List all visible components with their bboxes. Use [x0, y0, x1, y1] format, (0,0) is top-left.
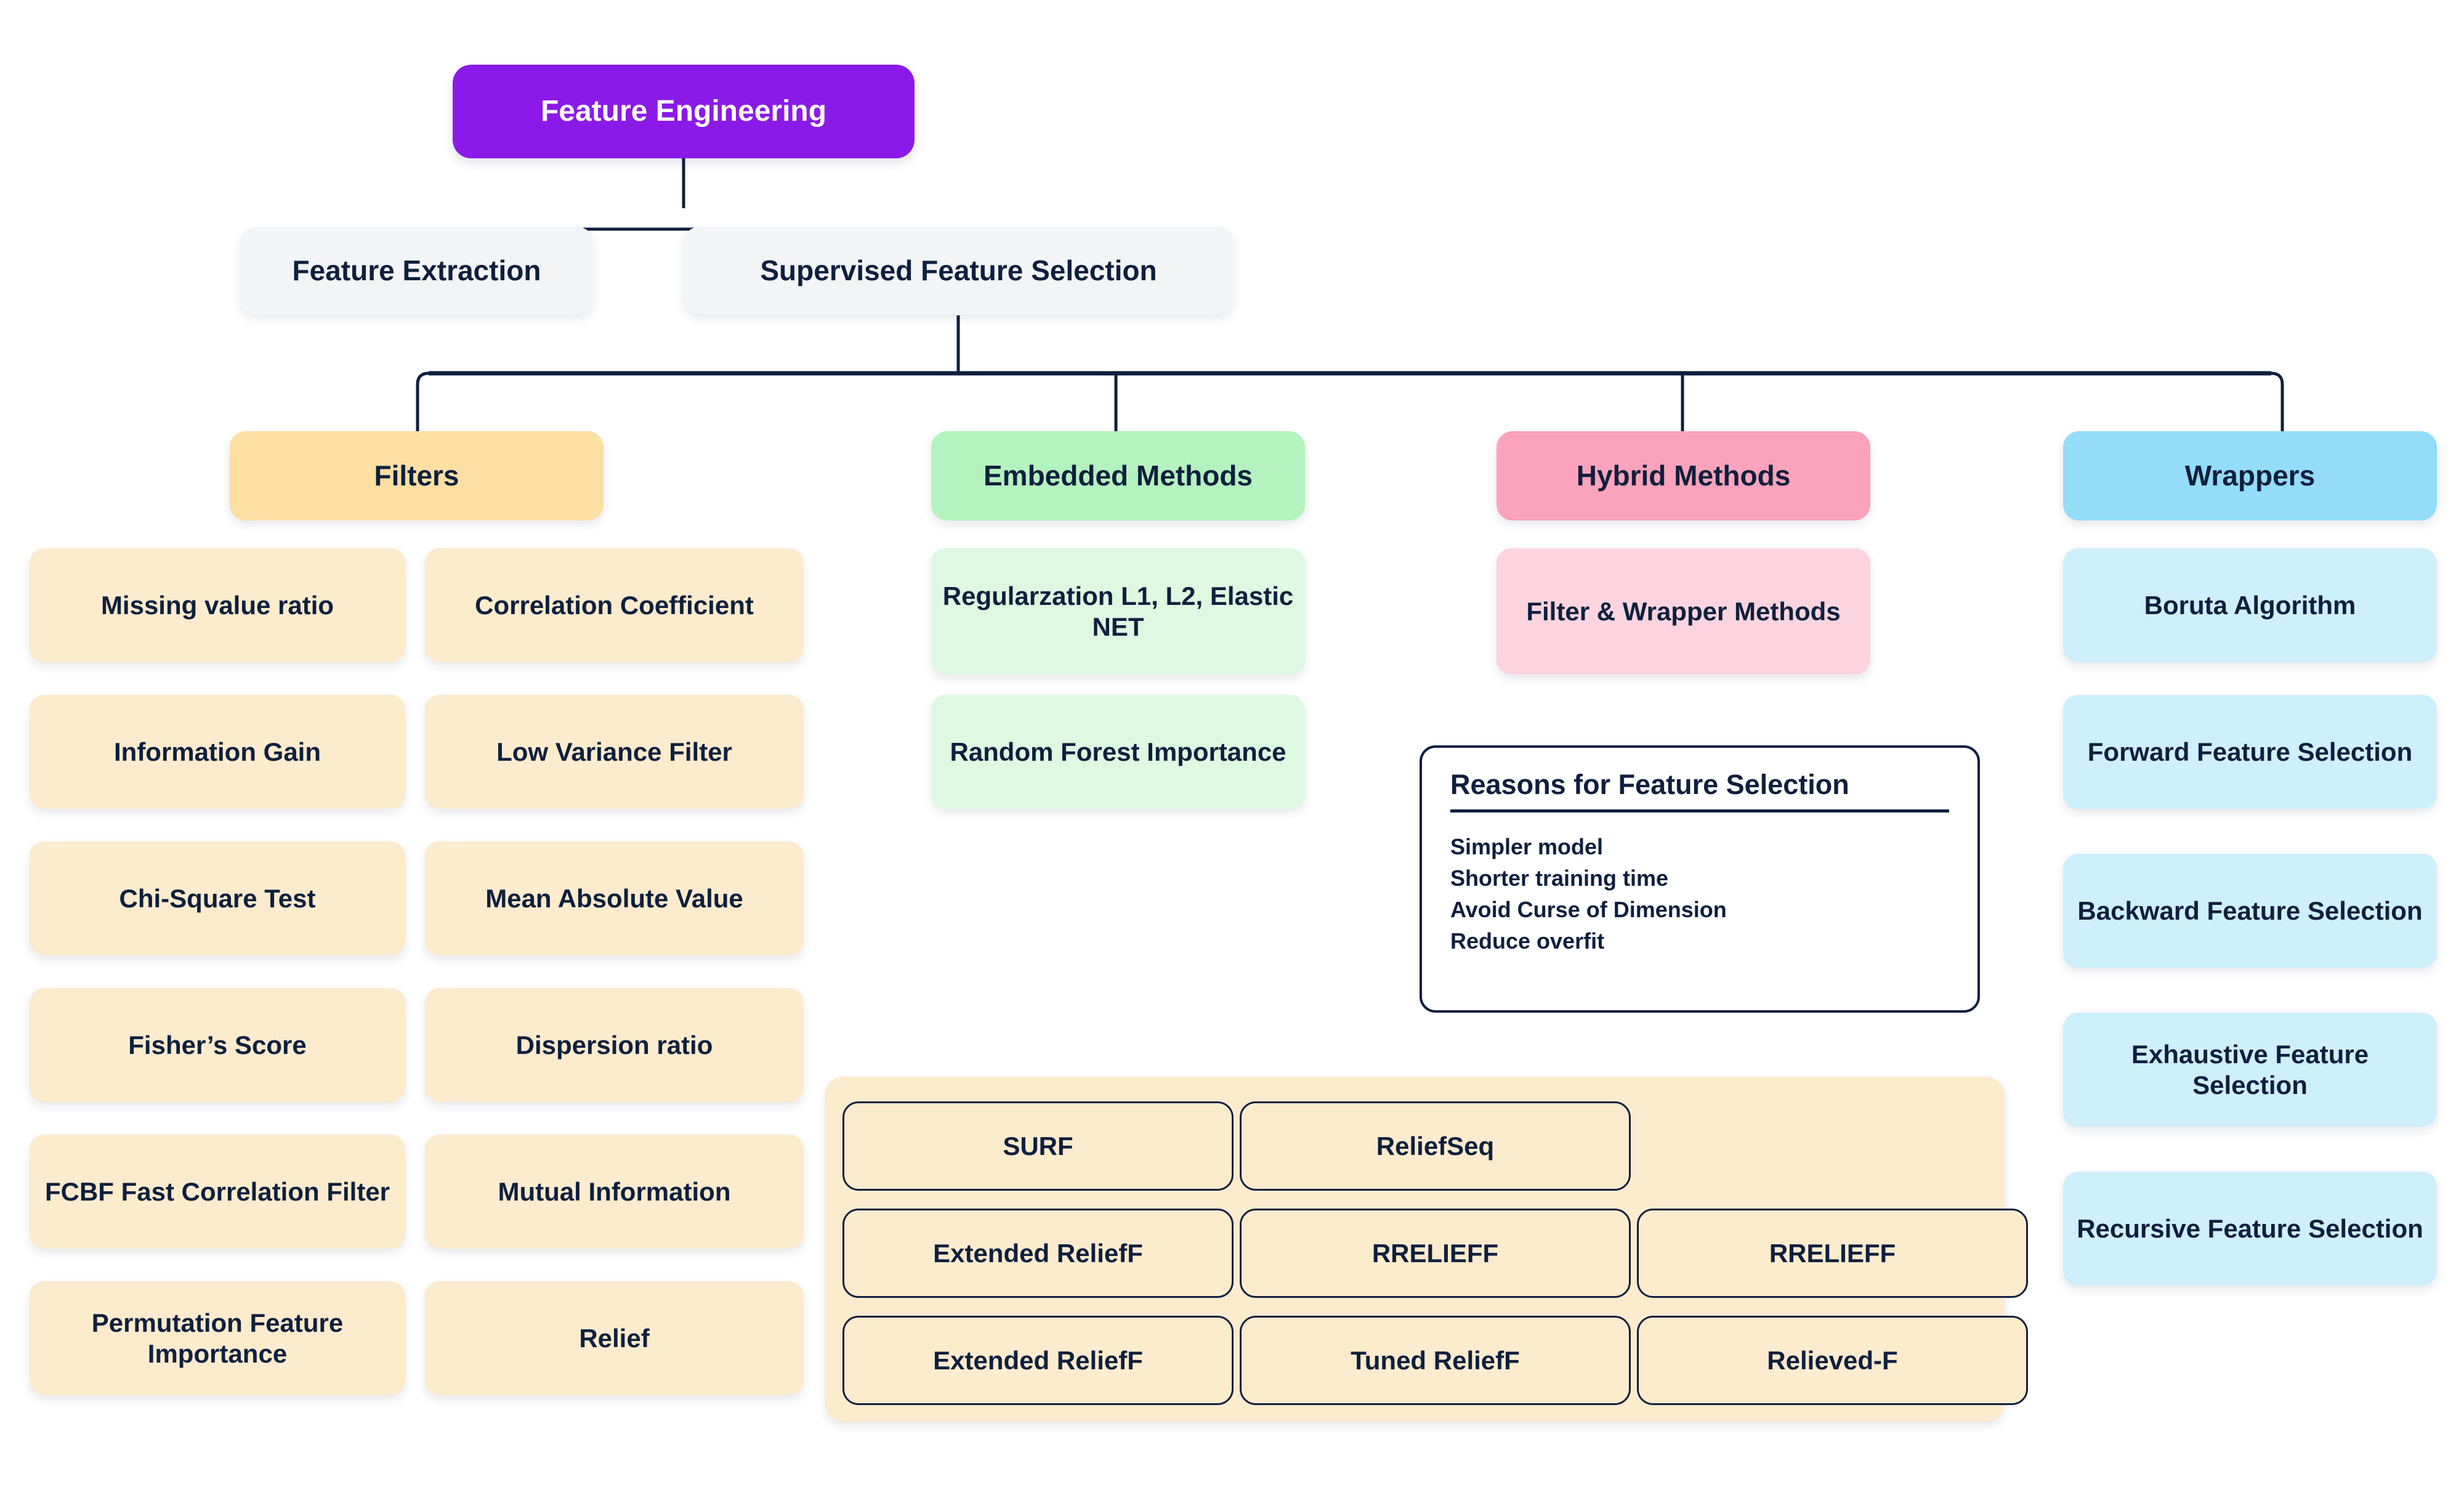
node-label: Dispersion ratio: [515, 1030, 713, 1059]
node-label: Information Gain: [114, 737, 321, 766]
node-supervised-feature-selection[interactable]: Supervised Feature Selection: [684, 227, 1234, 314]
relief-variant-reliefseq[interactable]: ReliefSeq: [1240, 1101, 1631, 1191]
diagram-canvas: Feature Engineering Feature Extraction S…: [0, 0, 2464, 1495]
node-label: Extended ReliefF: [933, 1238, 1143, 1268]
node-label: Forward Feature Selection: [2087, 737, 2413, 766]
filter-item-fishers-score[interactable]: Fisher’s Score: [30, 988, 405, 1102]
node-label: RRELIEFF: [1769, 1238, 1896, 1268]
embedded-item-random-forest-importance[interactable]: Random Forest Importance: [931, 695, 1305, 809]
category-header-hybrid-methods[interactable]: Hybrid Methods: [1497, 431, 1870, 521]
node-label: Tuned ReliefF: [1351, 1345, 1520, 1375]
relief-variant-extended-relieff-2[interactable]: Extended ReliefF: [842, 1316, 1234, 1405]
wrapper-item-backward-feature-selection[interactable]: Backward Feature Selection: [2063, 854, 2437, 968]
node-label: Boruta Algorithm: [2144, 590, 2356, 620]
node-label: Missing value ratio: [100, 590, 334, 620]
reasons-title: Reasons for Feature Selection: [1450, 769, 1949, 812]
node-label: Exhaustive Feature Selection: [2131, 1039, 2369, 1100]
reasons-list-item: Avoid Curse of Dimension: [1450, 897, 1727, 923]
reasons-list-item: Shorter training time: [1450, 865, 1669, 891]
node-label: Chi-Square Test: [119, 883, 316, 913]
node-label: Relieved-F: [1767, 1345, 1898, 1375]
reasons-list-item: Simpler model: [1450, 834, 1604, 859]
filter-item-permutation-feature-importance[interactable]: Permutation Feature Importance: [30, 1281, 405, 1395]
node-label: Wrappers: [2184, 460, 2316, 492]
reasons-list: Simpler model Shorter training time Avoi…: [1450, 831, 1949, 957]
node-label: Extended ReliefF: [933, 1345, 1143, 1375]
filter-item-low-variance-filter[interactable]: Low Variance Filter: [425, 695, 804, 809]
wrapper-item-boruta-algorithm[interactable]: Boruta Algorithm: [2063, 548, 2437, 662]
filter-item-correlation-coefficient[interactable]: Correlation Coefficient: [425, 548, 804, 662]
relief-variant-surf[interactable]: SURF: [842, 1101, 1234, 1191]
node-label: Relief: [579, 1323, 650, 1353]
wrapper-item-forward-feature-selection[interactable]: Forward Feature Selection: [2063, 695, 2437, 809]
filter-item-mutual-information[interactable]: Mutual Information: [425, 1135, 804, 1249]
category-header-wrappers[interactable]: Wrappers: [2063, 431, 2437, 521]
relief-variant-rrelieff-2[interactable]: RRELIEFF: [1637, 1209, 2028, 1298]
node-label: FCBF Fast Correlation Filter: [44, 1177, 390, 1206]
wrapper-item-recursive-feature-selection[interactable]: Recursive Feature Selection: [2063, 1172, 2437, 1286]
category-header-filters[interactable]: Filters: [230, 431, 604, 521]
hybrid-item-filter-and-wrapper-methods[interactable]: Filter & Wrapper Methods: [1497, 548, 1870, 675]
node-label: Feature Engineering: [540, 94, 827, 128]
filter-item-missing-value-ratio[interactable]: Missing value ratio: [30, 548, 405, 662]
filter-item-dispersion-ratio[interactable]: Dispersion ratio: [425, 988, 804, 1102]
relief-variant-relieved-f[interactable]: Relieved-F: [1637, 1316, 2028, 1405]
node-label: Permutation Feature Importance: [91, 1308, 344, 1368]
relief-variant-tuned-relieff[interactable]: Tuned ReliefF: [1240, 1316, 1631, 1405]
node-label: Feature Extraction: [292, 254, 541, 286]
node-label: Backward Feature Selection: [2077, 896, 2423, 925]
node-label: Low Variance Filter: [496, 737, 732, 766]
reasons-list-item: Reduce overfit: [1450, 928, 1605, 954]
node-label: Correlation Coefficient: [475, 590, 754, 620]
node-feature-extraction[interactable]: Feature Extraction: [240, 227, 593, 314]
filter-item-mean-absolute-value[interactable]: Mean Absolute Value: [425, 841, 804, 955]
node-label: Embedded Methods: [983, 460, 1253, 492]
node-label: Hybrid Methods: [1576, 460, 1791, 492]
relief-variant-rrelieff-1[interactable]: RRELIEFF: [1240, 1209, 1631, 1298]
connector-level3-left-corner: [416, 371, 429, 431]
filter-item-chi-square-test[interactable]: Chi-Square Test: [30, 841, 405, 955]
node-label: RRELIEFF: [1371, 1238, 1499, 1268]
filter-item-relief[interactable]: Relief: [425, 1281, 804, 1395]
node-label: Supervised Feature Selection: [760, 254, 1157, 286]
node-label: Recursive Feature Selection: [2077, 1213, 2423, 1243]
embedded-item-regularization[interactable]: Regularzation L1, L2, Elastic NET: [931, 548, 1305, 675]
node-label: Random Forest Importance: [950, 737, 1287, 766]
node-label: Mutual Information: [498, 1177, 731, 1206]
filter-item-information-gain[interactable]: Information Gain: [30, 695, 405, 809]
connector-level3-right-corner: [2271, 371, 2284, 431]
node-feature-engineering[interactable]: Feature Engineering: [453, 65, 915, 158]
relief-variant-extended-relieff-1[interactable]: Extended ReliefF: [842, 1209, 1234, 1298]
node-label: Filter & Wrapper Methods: [1526, 596, 1841, 626]
node-label: ReliefSeq: [1376, 1131, 1495, 1161]
node-label: Fisher’s Score: [128, 1030, 307, 1059]
category-header-embedded-methods[interactable]: Embedded Methods: [931, 431, 1305, 521]
node-label: Regularzation L1, L2, Elastic NET: [942, 581, 1294, 641]
reasons-for-feature-selection-callout: Reasons for Feature Selection Simpler mo…: [1420, 745, 1980, 1013]
filter-item-fcbf-fast-correlation-filter[interactable]: FCBF Fast Correlation Filter: [30, 1135, 405, 1249]
node-label: Filters: [374, 460, 459, 492]
node-label: SURF: [1003, 1131, 1073, 1161]
wrapper-item-exhaustive-feature-selection[interactable]: Exhaustive Feature Selection: [2063, 1013, 2437, 1127]
node-label: Mean Absolute Value: [485, 883, 743, 913]
